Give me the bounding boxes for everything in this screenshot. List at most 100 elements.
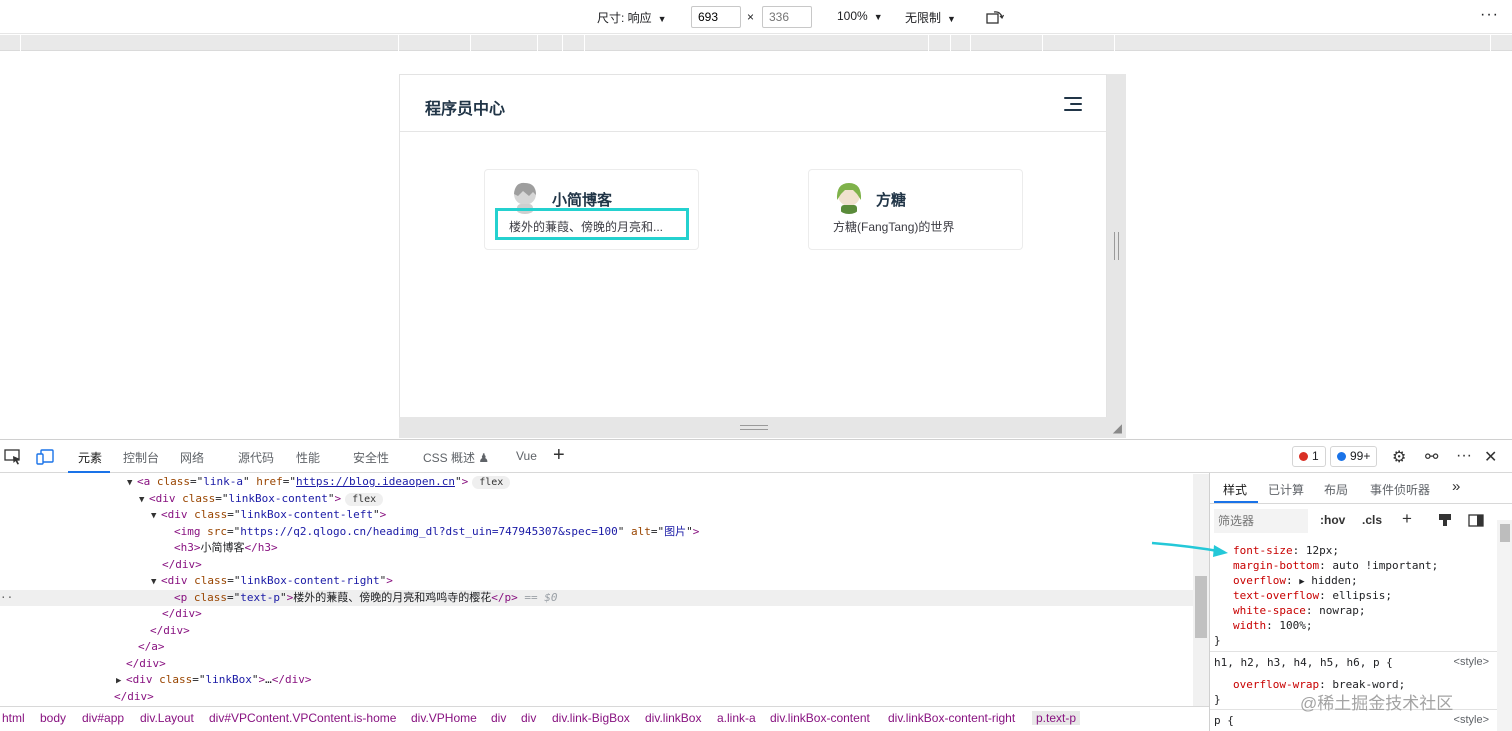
tab-performance[interactable]: 性能	[296, 449, 320, 466]
style-declaration[interactable]: white-space: nowrap;	[1210, 603, 1497, 618]
breadcrumb-item[interactable]: div#app	[82, 711, 124, 725]
breadcrumb-item-selected[interactable]: p.text-p	[1032, 711, 1081, 725]
elements-scrollbar[interactable]	[1193, 474, 1209, 706]
tab-sources[interactable]: 源代码	[238, 449, 274, 466]
dom-node[interactable]: </div>	[0, 689, 1193, 706]
hamburger-menu-icon[interactable]	[1064, 97, 1082, 111]
dom-node[interactable]: ▼ <div class="linkBox-content-left">	[0, 507, 1193, 524]
tab-styles[interactable]: 样式	[1223, 481, 1247, 498]
site-title[interactable]: 程序员中心	[425, 95, 505, 119]
expand-triangle-icon[interactable]: ▼	[151, 574, 161, 591]
styles-filter-input[interactable]	[1214, 509, 1308, 533]
scrollbar-thumb[interactable]	[1195, 576, 1207, 638]
add-tab-icon[interactable]: +	[553, 444, 565, 467]
corner-resize-icon[interactable]: ◢	[1113, 421, 1122, 435]
flex-badge[interactable]: flex	[345, 492, 384, 506]
breadcrumb-item[interactable]: body	[40, 711, 66, 725]
ruler-segment[interactable]	[928, 35, 929, 51]
breadcrumb-item[interactable]: div	[521, 711, 536, 725]
more-tabs-icon[interactable]: »	[1452, 478, 1460, 495]
ruler-segment[interactable]	[970, 35, 971, 51]
sidebar-toggle-icon[interactable]	[1468, 514, 1484, 527]
ruler-segment[interactable]	[470, 35, 471, 51]
ruler-segment[interactable]	[950, 35, 951, 51]
tab-elements[interactable]: 元素	[78, 449, 102, 466]
zoom-dropdown[interactable]: 100% ▼	[837, 9, 883, 23]
breadcrumb-item[interactable]: div.linkBox-content	[770, 711, 870, 725]
paint-icon[interactable]	[1438, 513, 1452, 527]
tab-network[interactable]: 网络	[180, 449, 204, 466]
gear-icon[interactable]: ⚙	[1392, 447, 1406, 467]
dimensions-dropdown[interactable]: 尺寸: 响应 ▼	[597, 9, 667, 26]
style-declaration[interactable]: font-size: 12px;	[1210, 543, 1497, 558]
dom-node[interactable]: ▼ <a class="link-a" href="https://blog.id…	[0, 474, 1193, 491]
ruler-segment[interactable]	[1042, 35, 1043, 51]
rule-selector[interactable]: h1, h2, h3, h4, h5, h6, p { <style>	[1210, 655, 1497, 670]
style-declaration[interactable]: text-overflow: ellipsis;	[1210, 588, 1497, 603]
breadcrumb-item[interactable]: div.linkBox	[645, 711, 701, 725]
ruler-segment[interactable]	[398, 35, 399, 51]
inspect-element-icon[interactable]	[4, 449, 22, 465]
dom-node[interactable]: </div>	[0, 557, 1193, 574]
close-icon[interactable]: ✕	[1484, 447, 1497, 467]
tab-security[interactable]: 安全性	[353, 449, 389, 466]
style-declaration[interactable]: margin-bottom: auto !important;	[1210, 558, 1497, 573]
link-card-fangtang[interactable]: 方糖 方糖(FangTang)的世界	[808, 169, 1023, 250]
ruler-segment[interactable]	[584, 35, 585, 51]
ruler-segment[interactable]	[1490, 35, 1491, 51]
dom-node[interactable]: ▶ <div class="linkBox">…</div>	[0, 672, 1193, 689]
rule-selector[interactable]: p { <style>	[1210, 713, 1497, 728]
dom-node[interactable]: </div>	[0, 606, 1193, 623]
ruler-segment[interactable]	[562, 35, 563, 51]
tab-vue[interactable]: Vue	[516, 449, 537, 463]
hov-button[interactable]: :hov	[1320, 513, 1345, 527]
dom-node[interactable]: </div>	[0, 623, 1193, 640]
dom-node[interactable]: </a>	[0, 639, 1193, 656]
expand-triangle-icon[interactable]: ▼	[151, 508, 161, 525]
breadcrumb-item[interactable]: a.link-a	[717, 711, 756, 725]
style-declaration[interactable]: width: 100%;	[1210, 618, 1497, 633]
tab-computed[interactable]: 已计算	[1268, 481, 1304, 498]
ruler-segment[interactable]	[20, 35, 21, 51]
breadcrumb-item[interactable]: div	[491, 711, 506, 725]
rotate-icon[interactable]	[986, 10, 1004, 24]
rule-source[interactable]: <style>	[1454, 713, 1489, 728]
height-input[interactable]	[762, 6, 812, 28]
connect-icon[interactable]: ⚯	[1425, 447, 1438, 467]
styles-scrollbar[interactable]	[1497, 520, 1512, 731]
cls-button[interactable]: .cls	[1362, 513, 1382, 527]
expand-triangle-icon[interactable]: ▶	[116, 673, 126, 690]
breadcrumb-item[interactable]: html	[2, 711, 25, 725]
more-options-icon[interactable]: ···	[1456, 447, 1472, 465]
href-link[interactable]: https://blog.ideaopen.cn	[296, 475, 455, 488]
breadcrumb-item[interactable]: div.Layout	[140, 711, 194, 725]
dom-node[interactable]: ▼ <div class="linkBox-content-right">	[0, 573, 1193, 590]
breadcrumb-item[interactable]: div#VPContent.VPContent.is-home	[209, 711, 396, 725]
new-rule-icon[interactable]: +	[1402, 509, 1412, 529]
dom-node[interactable]: <img src="https://q2.qlogo.cn/headimg_dl…	[0, 524, 1193, 541]
expand-triangle-icon[interactable]: ▶	[1299, 577, 1304, 587]
breadcrumb-item[interactable]: div.link-BigBox	[552, 711, 630, 725]
tab-console[interactable]: 控制台	[123, 449, 159, 466]
dom-node[interactable]: </div>	[0, 656, 1193, 673]
tab-event-listeners[interactable]: 事件侦听器	[1370, 481, 1430, 498]
resize-handle-bottom[interactable]: ◢	[399, 417, 1126, 438]
more-options-icon[interactable]: ···	[1480, 6, 1499, 24]
resize-handle-right[interactable]	[1107, 74, 1126, 438]
flex-badge[interactable]: flex	[472, 476, 511, 489]
throttle-dropdown[interactable]: 无限制 ▼	[905, 9, 956, 26]
expand-triangle-icon[interactable]: ▼	[127, 475, 137, 492]
width-input[interactable]	[691, 6, 741, 28]
message-badge[interactable]: 99+	[1330, 446, 1378, 467]
dom-node-selected[interactable]: ·· <p class="text-p">楼外的蒹葭、傍晚的月亮和鸡鸣寺的樱花</…	[0, 589, 1193, 606]
breadcrumb-item[interactable]: div.VPHome	[411, 711, 477, 725]
scrollbar-thumb[interactable]	[1500, 524, 1510, 542]
link-card-xiaojian[interactable]: 小简博客 楼外的蒹葭、傍晚的月亮和...	[484, 169, 699, 250]
error-badge[interactable]: 1	[1292, 446, 1326, 467]
breadcrumb-item[interactable]: div.linkBox-content-right	[888, 711, 1015, 725]
rule-source[interactable]: <style>	[1454, 655, 1489, 670]
tab-css-overview[interactable]: CSS 概述 ♟	[423, 449, 489, 466]
ruler-segment[interactable]	[537, 35, 538, 51]
dom-node[interactable]: <h3>小简博客</h3>	[0, 540, 1193, 557]
dom-node[interactable]: ▼ <div class="linkBox-content"> flex	[0, 491, 1193, 508]
